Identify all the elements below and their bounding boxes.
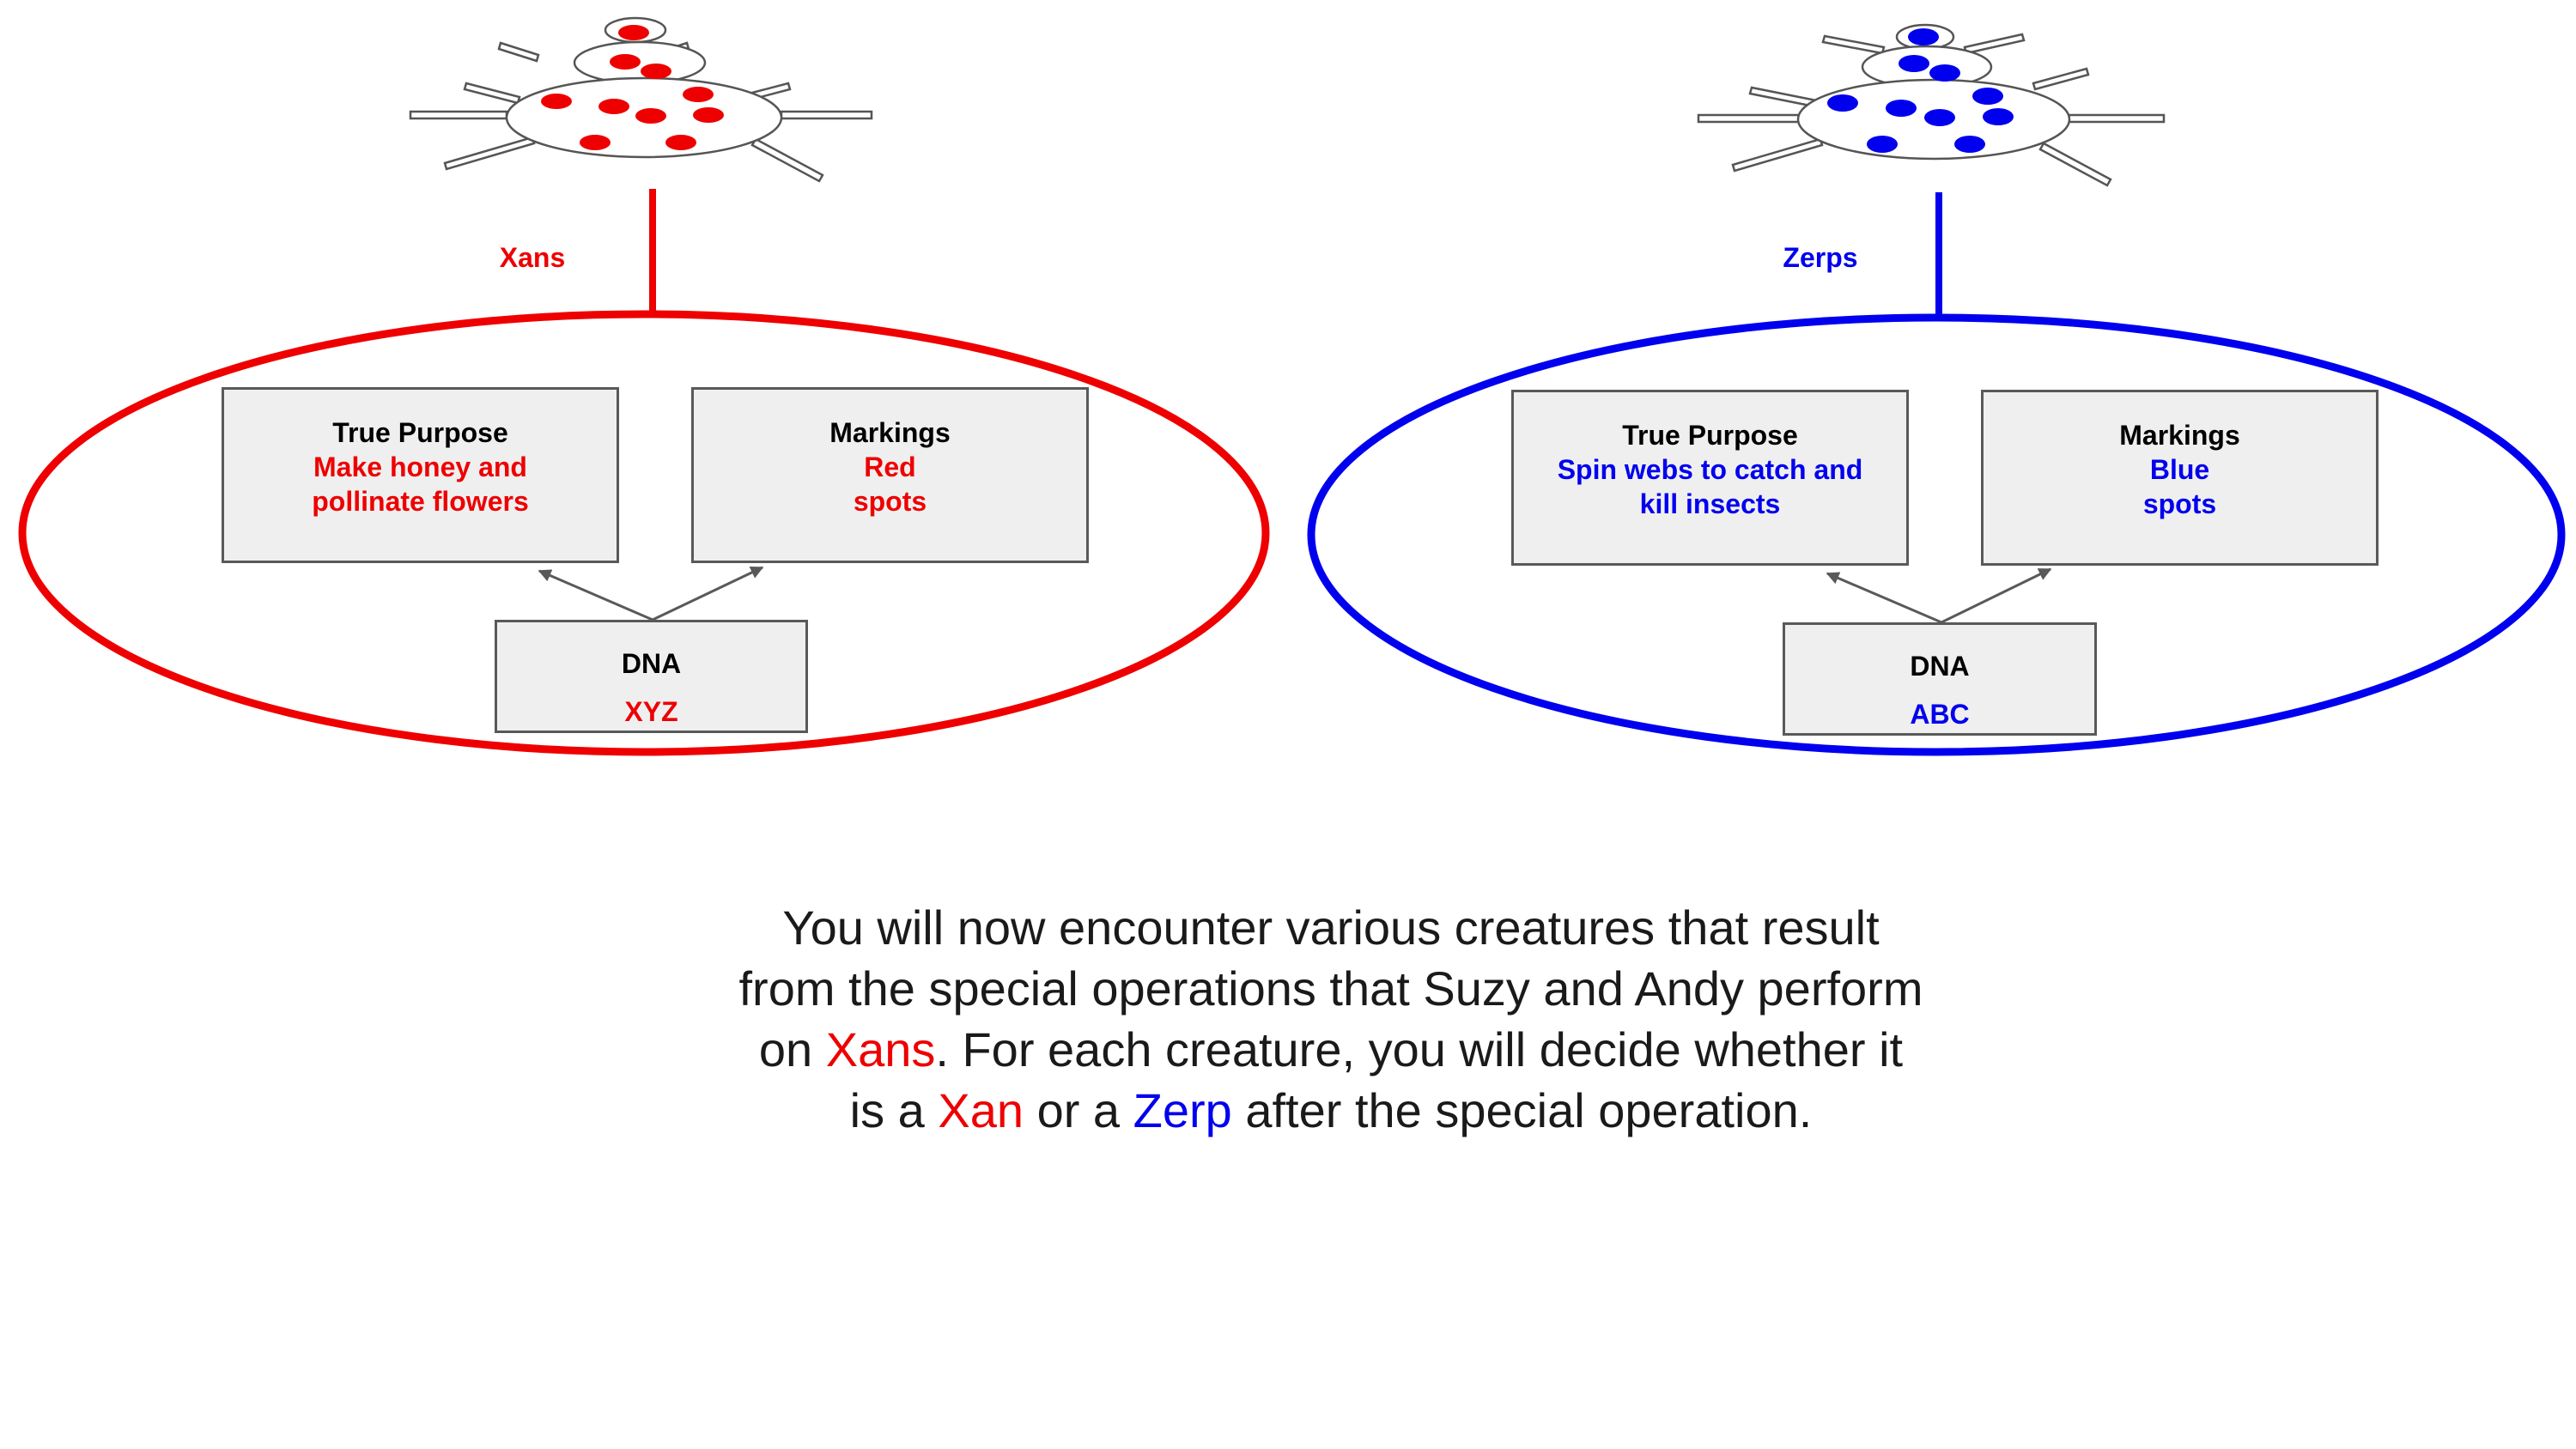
zerp-markings-value: Blue spots	[2142, 454, 2217, 519]
zerp-true-purpose-title: True Purpose	[1622, 420, 1798, 451]
zerp-true-purpose-value: Spin webs to catch and kill insects	[1557, 454, 1863, 519]
zerp-dna-to-markings-arrow	[1941, 567, 2052, 624]
xan-dna-value: XYZ	[624, 696, 678, 727]
xan-dna-to-markings-arrow	[652, 566, 764, 621]
zerp-true-purpose-box: True Purpose Spin webs to catch and kill…	[1511, 390, 1909, 566]
zerp-markings-box: Markings Blue spots	[1981, 390, 2379, 566]
xan-true-purpose-value: Make honey and pollinate flowers	[312, 452, 529, 517]
xan-markings-title: Markings	[829, 417, 951, 448]
zerp-creature-icon	[1697, 23, 2166, 187]
instructions-part4: after the special operation.	[1231, 1083, 1813, 1137]
xan-dna-title: DNA	[621, 648, 682, 679]
instructions-text: You will now encounter various creatures…	[738, 897, 1923, 1141]
xan-dna-to-purpose-arrow	[538, 569, 653, 621]
zerp-markings-title: Markings	[2119, 420, 2240, 451]
xan-markings-value: Red spots	[853, 452, 927, 517]
zerp-dna-title: DNA	[1910, 651, 1970, 682]
instructions-zerp: Zerp	[1133, 1083, 1232, 1137]
xan-true-purpose-box: True Purpose Make honey and pollinate fl…	[222, 387, 619, 563]
xan-true-purpose-title: True Purpose	[332, 417, 508, 448]
xan-dna-box: DNA XYZ	[495, 620, 808, 733]
instructions-part3: or a	[1024, 1083, 1133, 1137]
xan-label: Xans	[499, 242, 566, 273]
xan-creature-icon	[409, 16, 873, 183]
diagram-canvas	[18, 16, 2566, 756]
instructions-xans: Xans	[825, 1022, 936, 1076]
zerp-dna-box: DNA ABC	[1783, 622, 2097, 736]
zerp-dna-to-purpose-arrow	[1826, 572, 1942, 624]
zerp-dna-value: ABC	[1910, 699, 1970, 730]
zerp-label: Zerps	[1783, 242, 1858, 273]
instructions-xan: Xan	[938, 1083, 1024, 1137]
xan-markings-box: Markings Red spots	[691, 387, 1089, 563]
